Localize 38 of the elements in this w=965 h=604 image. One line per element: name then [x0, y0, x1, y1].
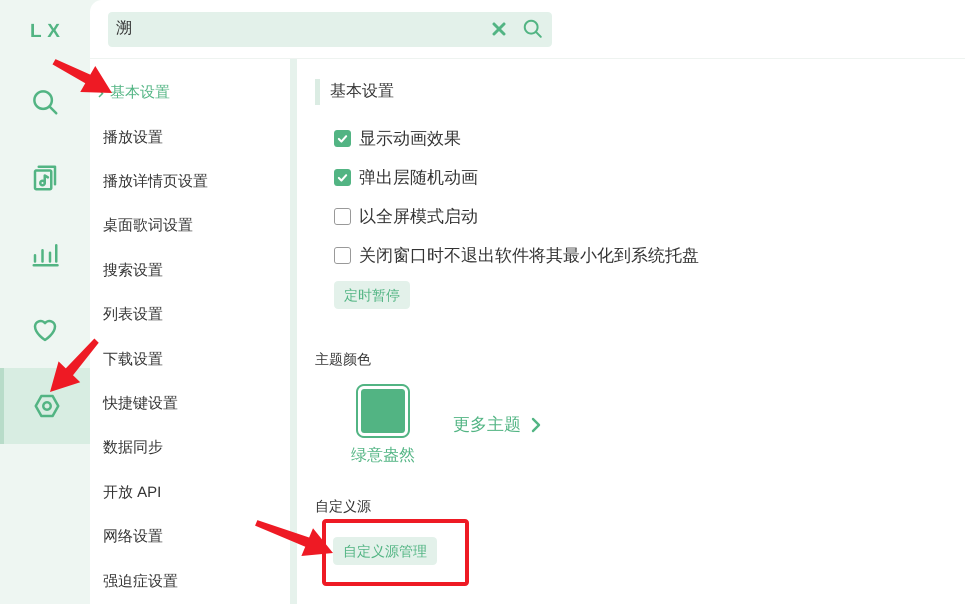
settings-menu-item[interactable]: 快捷键设置 [90, 382, 290, 426]
checkbox-label: 显示动画效果 [359, 128, 461, 150]
settings-menu-item[interactable]: 搜索设置 [90, 248, 290, 294]
search-text: 溯 [116, 19, 133, 40]
search-field[interactable]: 溯 [108, 12, 552, 47]
search-icon[interactable] [522, 18, 544, 40]
section-title: 基本设置 [330, 82, 394, 102]
section-heading: 自定义源 [315, 497, 372, 516]
settings-menu-item[interactable]: 数据同步 [90, 426, 290, 471]
settings-menu-item[interactable]: 列表设置 [90, 293, 290, 338]
settings-menu-item[interactable]: 播放设置 [90, 116, 290, 160]
section-heading: 主题颜色 [315, 350, 372, 370]
settings-menu-item[interactable]: 播放详情页设置 [90, 160, 290, 204]
settings-menu-item[interactable]: 强迫症设置 [90, 560, 290, 604]
settings-menu-item[interactable]: 桌面歌词设置 [90, 204, 290, 249]
theme-name: 绿意盎然 [351, 446, 415, 466]
checkbox[interactable] [334, 169, 351, 186]
checkbox-label: 关闭窗口时不退出软件将其最小化到系统托盘 [359, 245, 699, 268]
checkbox[interactable] [334, 130, 351, 148]
pointer-arrow [50, 338, 99, 392]
chevron-right-icon [531, 417, 541, 434]
settings-menu-item[interactable]: 开放 API [90, 470, 290, 516]
pointer-arrow [52, 59, 112, 93]
clear-icon[interactable] [492, 22, 506, 36]
search-icon [30, 87, 60, 117]
settings-menu-item[interactable]: 下载设置 [90, 338, 290, 382]
checkbox[interactable] [334, 247, 351, 264]
scrollbar[interactable] [290, 59, 297, 604]
theme-swatch[interactable] [356, 384, 410, 438]
app-logo: LX [29, 20, 66, 44]
settings-menu-item[interactable]: 网络设置 [90, 515, 290, 560]
nav-item[interactable] [0, 368, 90, 444]
checkmark-icon [337, 133, 348, 144]
checkbox-label: 以全屏模式启动 [359, 206, 478, 228]
checkbox-label: 弹出层随机动画 [359, 167, 478, 190]
section-marker [315, 79, 320, 106]
checkbox[interactable] [334, 208, 351, 226]
checkmark-icon [337, 172, 348, 184]
